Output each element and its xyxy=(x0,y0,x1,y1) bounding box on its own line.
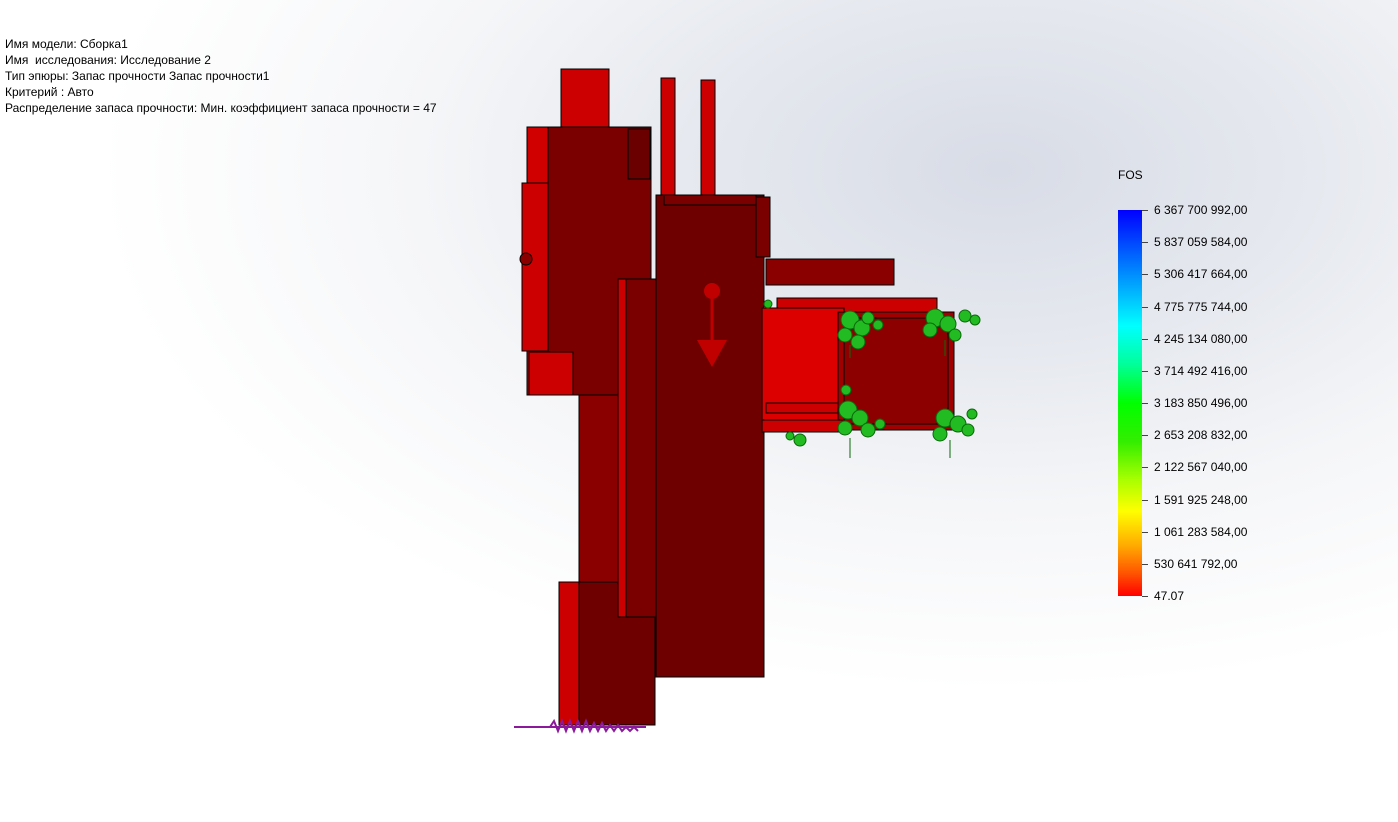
legend-value-label: 3 183 850 496,00 xyxy=(1154,396,1248,410)
legend-value-label: 47.07 xyxy=(1154,589,1185,603)
right-block-side xyxy=(755,196,771,258)
legend-tick xyxy=(1142,210,1148,211)
legend-value-label: 3 714 492 416,00 xyxy=(1154,363,1248,378)
foot-face xyxy=(558,581,580,726)
plot-type-text: Тип эпюры: Запас прочности Запас прочнос… xyxy=(5,69,270,83)
legend-value-label: 2 653 208 832,00 xyxy=(1154,428,1248,443)
legend-tick xyxy=(1142,274,1148,276)
legend-title: FOS xyxy=(1118,168,1143,182)
body-left-inset xyxy=(627,128,651,180)
column-lower xyxy=(578,394,622,586)
legend-value-label: 2 122 567 040,00 xyxy=(1154,460,1248,475)
arm-top xyxy=(765,258,895,286)
fos-legend[interactable]: FOS 6 367 700 992,00 5 837 059 584,00 5 30… xyxy=(1110,166,1370,606)
legend-tick xyxy=(1142,242,1148,244)
right-block-top xyxy=(663,194,757,206)
study-name-text: Имя исследования: Исследование 2 xyxy=(5,53,211,67)
graphics-viewport[interactable]: Имя модели: Сборка1 Имя исследования: Ис… xyxy=(0,0,1398,822)
body-left-face xyxy=(521,182,549,352)
legend-tick xyxy=(1142,531,1148,533)
legend-value-label: 4 245 134 080,00 xyxy=(1154,331,1248,346)
top-cylinder xyxy=(560,68,610,128)
rod-left xyxy=(660,77,676,197)
model-name-text: Имя модели: Сборка1 xyxy=(5,37,128,51)
distribution-text: Распределение запаса прочности: Мин. коэ… xyxy=(5,101,437,115)
arm-bottom-plate xyxy=(761,419,843,433)
study-info-panel: Имя модели: Сборка1 Имя исследования: Ис… xyxy=(5,36,437,116)
legend-value-label: 1 061 283 584,00 xyxy=(1154,524,1248,539)
rod-right xyxy=(700,79,716,197)
legend-tick xyxy=(1142,499,1148,501)
legend-tick xyxy=(1142,596,1148,597)
legend-value-label: 5 306 417 664,00 xyxy=(1154,267,1248,282)
legend-tick xyxy=(1142,306,1148,308)
criterion-text: Критерий : Авто xyxy=(5,85,94,99)
middle-plate-face xyxy=(617,278,627,618)
pin-hole xyxy=(519,252,533,266)
legend-value-label: 6 367 700 992,00 xyxy=(1154,203,1248,217)
legend-tick xyxy=(1142,467,1148,469)
right-block xyxy=(655,194,765,678)
legend-value-label: 530 641 792,00 xyxy=(1154,556,1238,571)
legend-color-bar xyxy=(1118,210,1142,596)
legend-tick xyxy=(1142,435,1148,437)
legend-tick xyxy=(1142,403,1148,404)
legend-tick xyxy=(1142,338,1148,340)
legend-value-label: 1 591 925 248,00 xyxy=(1154,492,1248,507)
body-left-lower xyxy=(528,351,574,396)
legend-value-label: 5 837 059 584,00 xyxy=(1154,235,1248,250)
legend-tick xyxy=(1142,370,1148,372)
legend-value-label: 4 775 775 744,00 xyxy=(1154,299,1248,314)
arm-bottom-bar xyxy=(765,402,839,414)
legend-tick xyxy=(1142,563,1148,565)
